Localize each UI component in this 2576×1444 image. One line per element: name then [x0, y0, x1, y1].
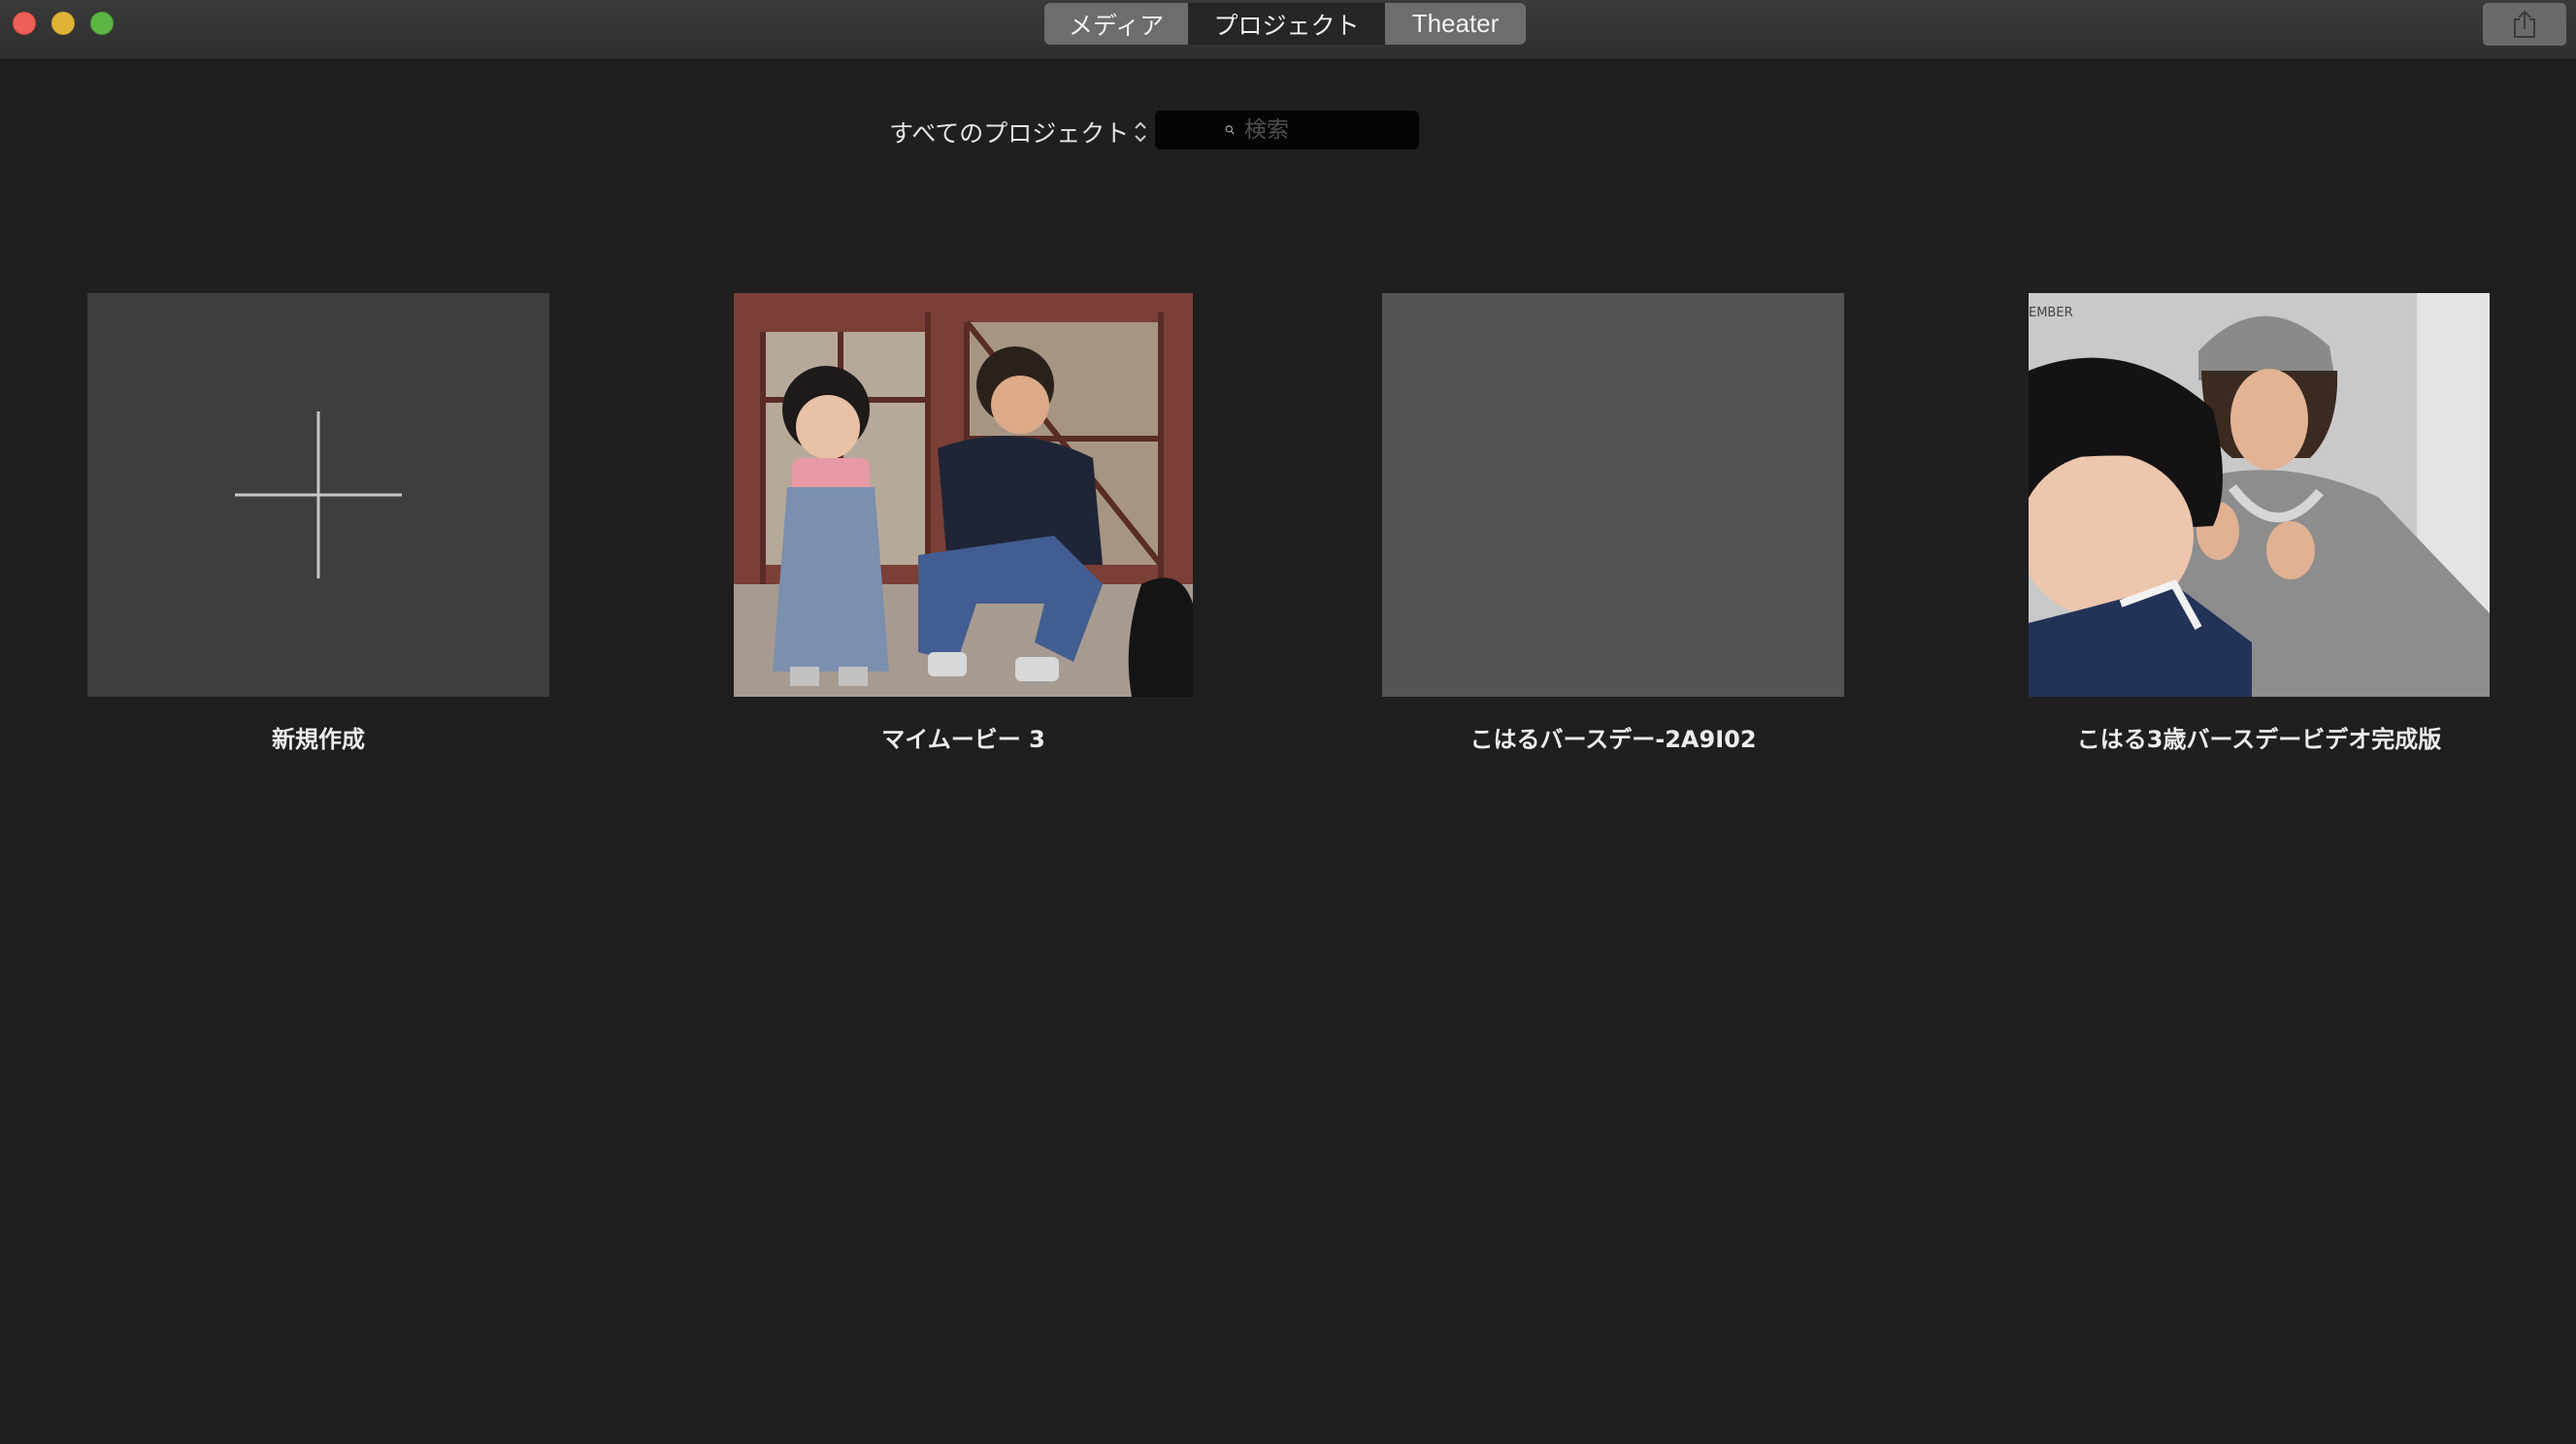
close-window-button[interactable]	[13, 12, 36, 35]
project-thumbnail-image	[734, 293, 1193, 697]
project-thumbnail-my-movie-3[interactable]	[734, 293, 1193, 697]
project-label: 新規作成	[272, 726, 365, 753]
project-label: こはる3歳バースデービデオ完成版	[2076, 726, 2442, 753]
project-label: マイムービー 3	[881, 726, 1045, 753]
tab-media[interactable]: メディア	[1044, 3, 1189, 45]
project-thumbnail-birthday-video-final[interactable]: EMBER	[2029, 293, 2490, 697]
up-down-chevron-icon	[1133, 119, 1148, 145]
title-bar: メディア プロジェクト Theater	[0, 0, 2576, 60]
share-button[interactable]	[2483, 3, 2566, 46]
search-input[interactable]	[1244, 117, 1419, 143]
new-project-tile[interactable]	[87, 293, 549, 697]
project-thumbnail-image: EMBER	[2029, 293, 2490, 697]
tab-theater[interactable]: Theater	[1385, 3, 1526, 45]
search-field[interactable]	[1155, 111, 1419, 149]
minimize-window-button[interactable]	[51, 12, 75, 35]
project-thumbnail-birthday-2a9i02[interactable]	[1382, 293, 1844, 697]
view-switcher: メディア プロジェクト Theater	[1044, 3, 1526, 45]
tab-projects[interactable]: プロジェクト	[1189, 3, 1385, 45]
zoom-window-button[interactable]	[90, 12, 114, 35]
thumbnail-corner-text: EMBER	[2029, 306, 2073, 320]
plus-icon	[235, 411, 402, 578]
search-icon	[1225, 125, 1235, 135]
imovie-window: メディア プロジェクト Theater すべてのプロジェクト 検索 新規作成 マ…	[0, 0, 2576, 1444]
share-icon	[2514, 10, 2535, 38]
project-filter-menu[interactable]: すべてのプロジェクト	[889, 115, 1148, 149]
project-label: こはるバースデー-2A9I02	[1470, 726, 1757, 753]
project-filter-label: すべてのプロジェクト	[889, 119, 1130, 148]
